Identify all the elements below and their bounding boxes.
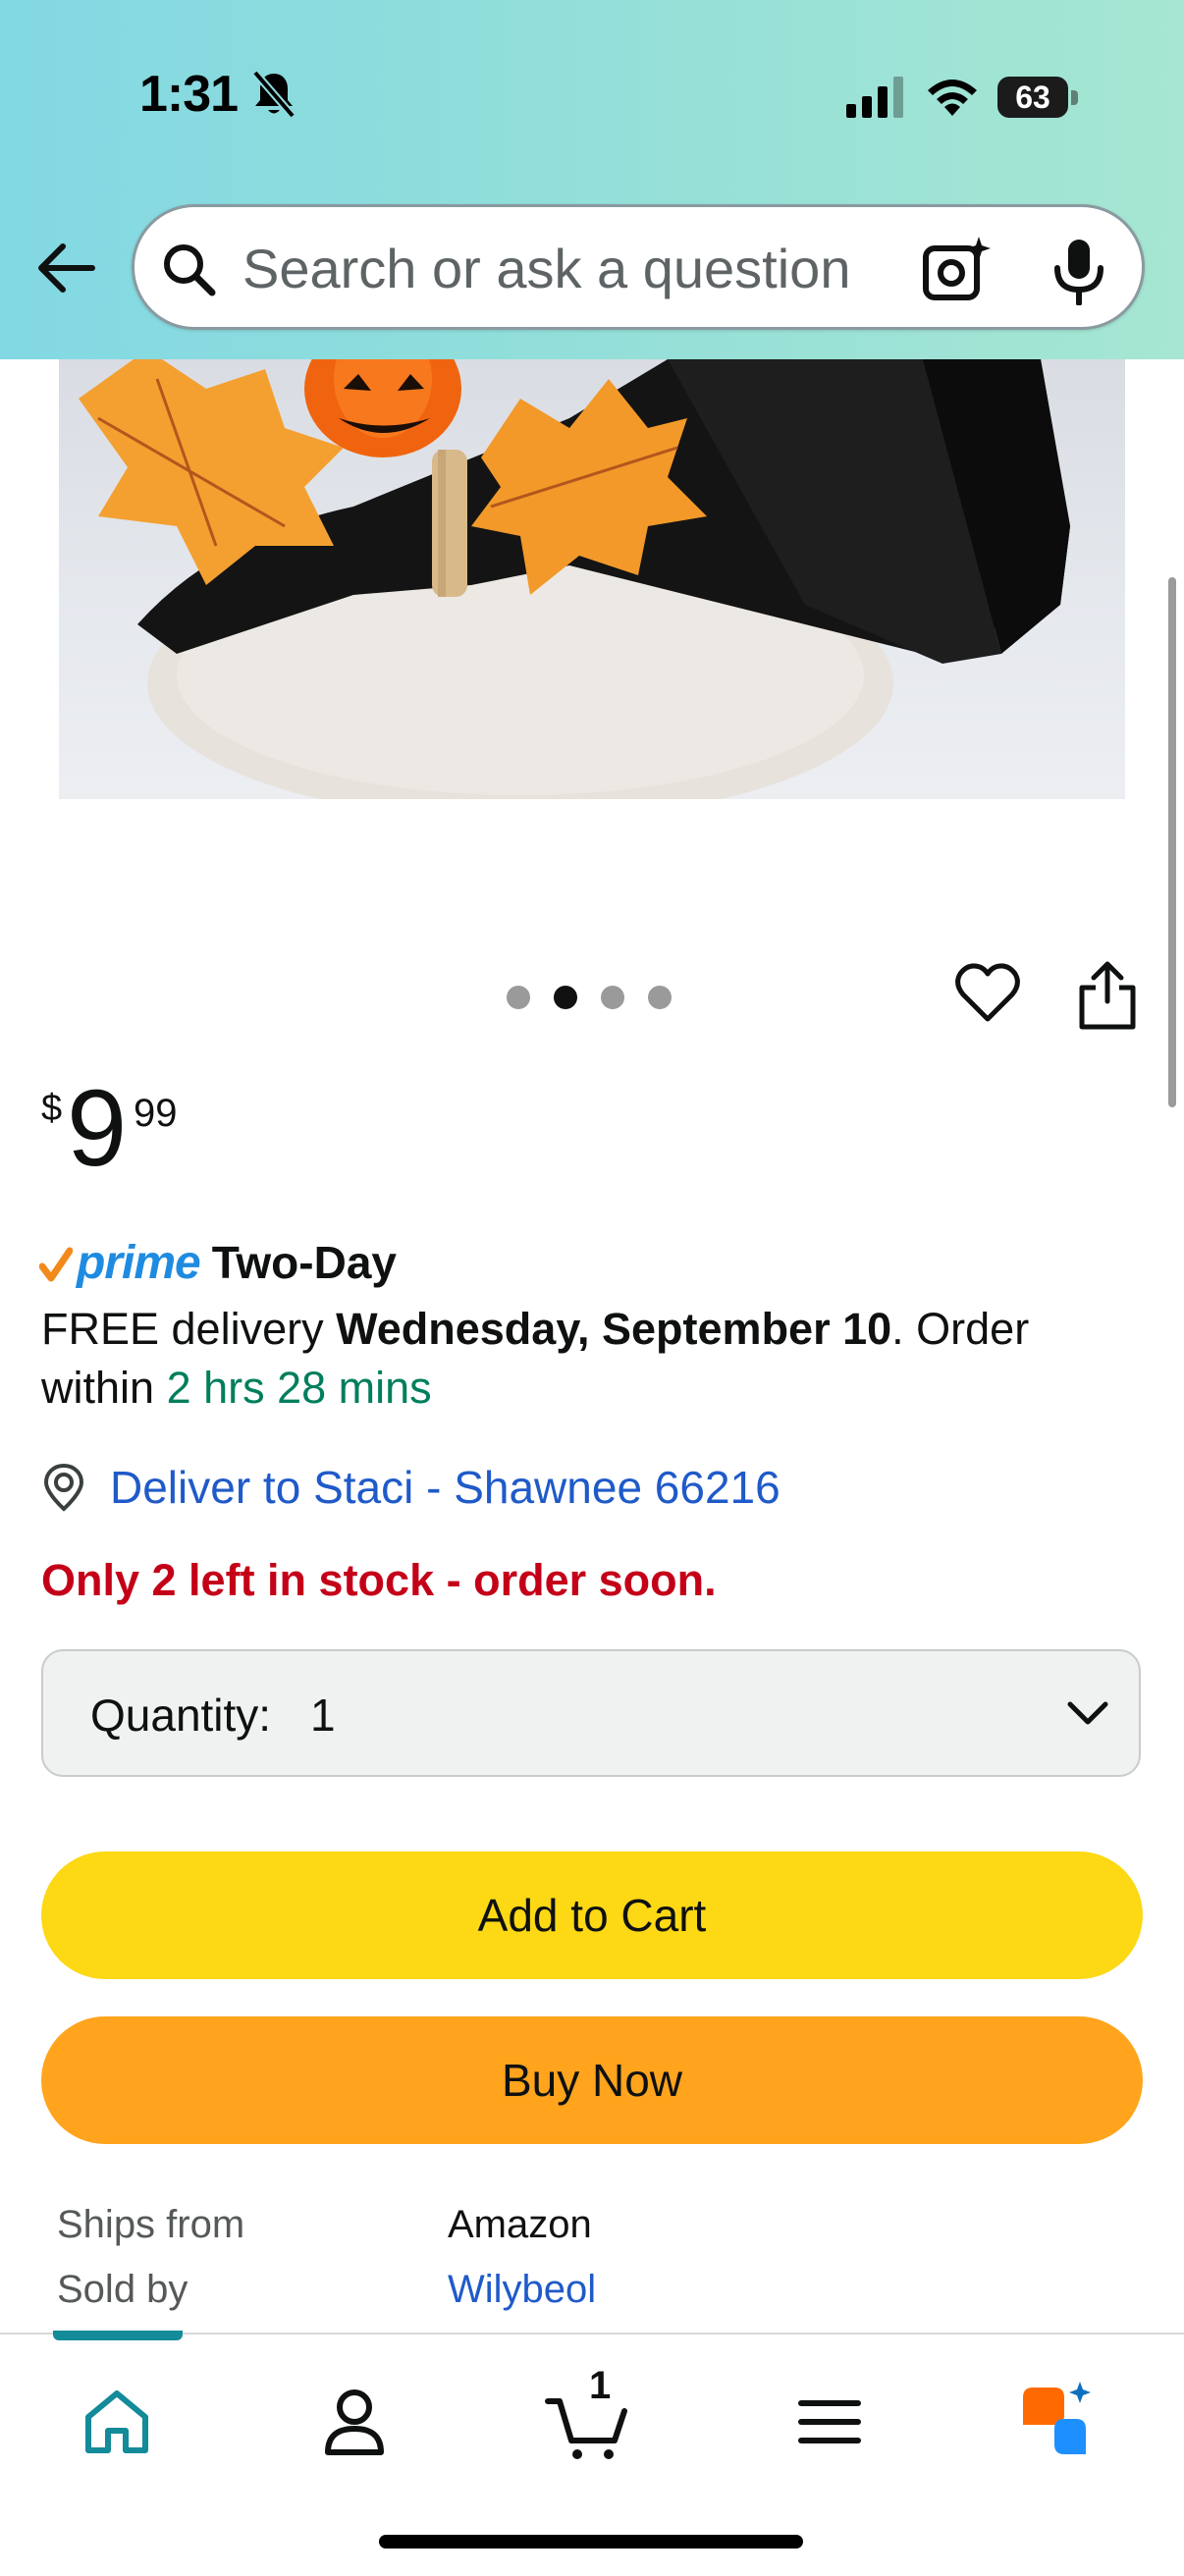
battery-level: 63 bbox=[997, 77, 1068, 118]
price-whole: 9 bbox=[67, 1068, 128, 1189]
account-icon[interactable] bbox=[310, 2378, 399, 2466]
price-fraction: 99 bbox=[134, 1092, 178, 1135]
heart-icon[interactable] bbox=[954, 962, 1021, 1025]
deliver-to-link[interactable]: Deliver to Staci - Shawnee 66216 bbox=[110, 1461, 780, 1514]
scrollbar[interactable] bbox=[1168, 577, 1176, 1107]
delivery-speed: Two-Day bbox=[211, 1237, 397, 1288]
cart-icon[interactable] bbox=[542, 2378, 630, 2466]
rufus-icon[interactable] bbox=[1011, 2378, 1100, 2466]
ships-from-value: Amazon bbox=[448, 2203, 592, 2246]
status-time: 1:31 bbox=[139, 66, 239, 123]
ships-from-label: Ships from bbox=[57, 2203, 245, 2246]
price-currency: $ bbox=[41, 1088, 63, 1129]
home-icon[interactable] bbox=[73, 2378, 161, 2466]
top-header: 1:31 63 bbox=[0, 0, 1184, 359]
search-icon bbox=[164, 244, 216, 296]
pagination-dot[interactable] bbox=[601, 986, 624, 1009]
delivery-message: FREE delivery Wednesday, September 10. O… bbox=[41, 1300, 1141, 1418]
quantity-label: Quantity: bbox=[90, 1690, 272, 1741]
chevron-down-icon bbox=[1067, 1701, 1108, 1725]
quantity-value: 1 bbox=[310, 1690, 336, 1741]
pagination-dot-active[interactable] bbox=[554, 986, 577, 1009]
product-image[interactable] bbox=[59, 359, 1125, 799]
prime-label: prime bbox=[77, 1236, 201, 1289]
battery-icon: 63 bbox=[997, 77, 1080, 120]
product-photo bbox=[79, 359, 1070, 799]
back-arrow-icon[interactable] bbox=[33, 236, 98, 300]
buy-now-button[interactable]: Buy Now bbox=[41, 2016, 1143, 2144]
pagination-dot[interactable] bbox=[648, 986, 672, 1009]
stock-warning: Only 2 left in stock - order soon. bbox=[41, 1555, 717, 1605]
bell-muted-icon bbox=[251, 70, 296, 119]
microphone-icon[interactable] bbox=[1049, 237, 1108, 305]
delivery-prefix: FREE delivery bbox=[41, 1304, 337, 1354]
share-icon[interactable] bbox=[1076, 960, 1139, 1031]
camera-lens-icon[interactable] bbox=[922, 235, 993, 303]
prime-badge: prime Two-Day bbox=[39, 1233, 397, 1292]
search-bar[interactable] bbox=[132, 204, 1145, 330]
nav-active-indicator bbox=[53, 2331, 183, 2340]
cellular-signal-icon bbox=[846, 77, 903, 118]
location-pin-icon bbox=[43, 1463, 84, 1512]
add-to-cart-button[interactable]: Add to Cart bbox=[41, 1852, 1143, 1979]
image-pagination-dots[interactable] bbox=[507, 986, 672, 1009]
cart-count-badge: 1 bbox=[589, 2364, 612, 2407]
battery-cap bbox=[1071, 90, 1078, 105]
wifi-icon bbox=[928, 80, 977, 116]
delivery-date: Wednesday, September 10 bbox=[336, 1304, 892, 1354]
menu-icon[interactable] bbox=[785, 2378, 874, 2466]
order-countdown: 2 hrs 28 mins bbox=[166, 1363, 432, 1413]
sold-by-link[interactable]: Wilybeol bbox=[448, 2268, 596, 2312]
pagination-dot[interactable] bbox=[507, 986, 530, 1009]
prime-check-icon bbox=[39, 1247, 73, 1282]
deliver-to-row[interactable]: Deliver to Staci - Shawnee 66216 bbox=[39, 1455, 780, 1520]
sold-by-label: Sold by bbox=[57, 2268, 188, 2311]
quantity-selector[interactable]: Quantity: 1 bbox=[41, 1649, 1141, 1777]
home-indicator[interactable] bbox=[379, 2535, 803, 2549]
